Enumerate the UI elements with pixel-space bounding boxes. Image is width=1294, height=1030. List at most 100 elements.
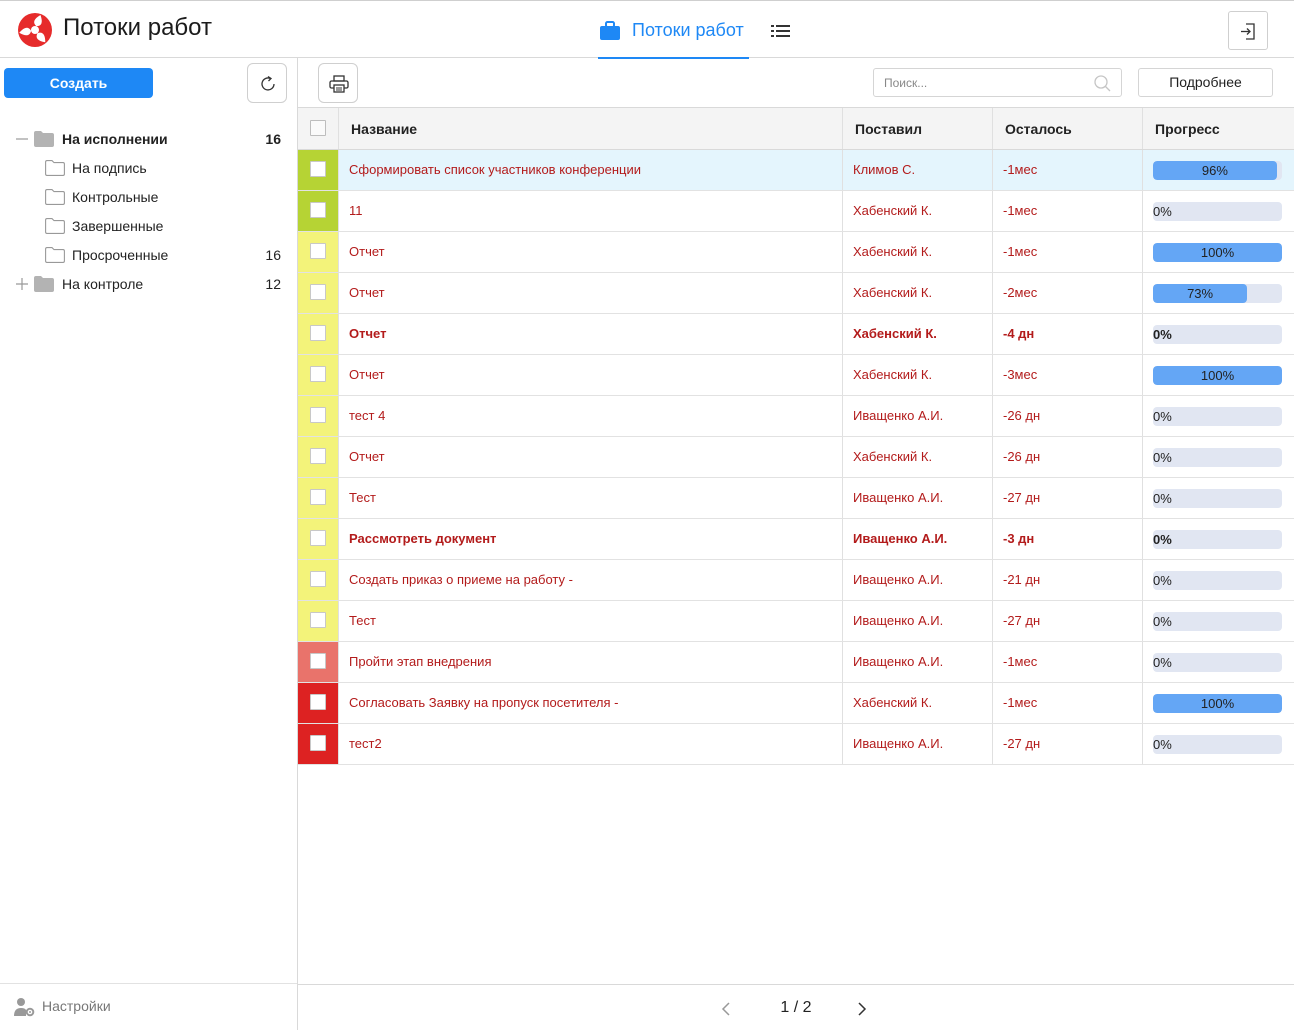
status-cell [298,560,339,600]
task-assigner: Хабенский К. [843,437,993,477]
row-checkbox[interactable] [310,571,326,587]
table-row[interactable]: Тест Иващенко А.И. -27 дн 0% [298,478,1294,519]
row-checkbox[interactable] [310,448,326,464]
progress-bar: 73% [1153,284,1282,303]
progress-bar: 0% [1153,612,1282,631]
task-remaining: -1мес [993,191,1143,231]
search-box[interactable] [873,68,1122,97]
list-icon[interactable] [770,23,792,39]
table-row[interactable]: 11 Хабенский К. -1мес 0% [298,191,1294,232]
tab-workflows[interactable]: Потоки работ [598,1,749,59]
row-checkbox[interactable] [310,366,326,382]
table-row[interactable]: тест2 Иващенко А.И. -27 дн 0% [298,724,1294,765]
table-row[interactable]: Тест Иващенко А.И. -27 дн 0% [298,601,1294,642]
collapse-icon[interactable] [15,132,29,146]
task-name[interactable]: Создать приказ о приеме на работу - [339,560,843,600]
task-assigner: Иващенко А.И. [843,601,993,641]
table-row[interactable]: Сформировать список участников конференц… [298,150,1294,191]
progress-bar: 0% [1153,448,1282,467]
print-button[interactable] [318,63,358,103]
row-checkbox[interactable] [310,694,326,710]
status-cell [298,396,339,436]
column-header-assigner[interactable]: Поставил [843,108,993,149]
row-checkbox[interactable] [310,325,326,341]
logout-button[interactable] [1228,11,1268,50]
progress-cell: 100% [1143,232,1294,272]
row-checkbox[interactable] [310,243,326,259]
task-name[interactable]: Рассмотреть документ [339,519,843,559]
task-remaining: -1мес [993,642,1143,682]
table-row[interactable]: Пройти этап внедрения Иващенко А.И. -1мес 0… [298,642,1294,683]
row-checkbox[interactable] [310,161,326,177]
task-name[interactable]: Отчет [339,232,843,272]
progress-bar: 0% [1153,653,1282,672]
app-logo [18,13,52,47]
tree-item-on-control[interactable]: На контроле 12 [0,271,297,299]
progress-text: 0% [1153,737,1172,752]
task-name[interactable]: Тест [339,601,843,641]
row-checkbox[interactable] [310,284,326,300]
task-remaining: -4 дн [993,314,1143,354]
create-button[interactable]: Создать [4,68,153,98]
search-icon[interactable] [1094,75,1111,92]
table-row[interactable]: Отчет Хабенский К. -2мес 73% [298,273,1294,314]
row-checkbox[interactable] [310,407,326,423]
user-settings-icon [14,998,35,1017]
task-name[interactable]: Отчет [339,273,843,313]
table-row[interactable]: Отчет Хабенский К. -3мес 100% [298,355,1294,396]
progress-text: 0% [1153,491,1172,506]
row-checkbox[interactable] [310,202,326,218]
details-button[interactable]: Подробнее [1138,68,1273,97]
table-row[interactable]: Отчет Хабенский К. -4 дн 0% [298,314,1294,355]
task-name[interactable]: Согласовать Заявку на пропуск посетителя… [339,683,843,723]
task-assigner: Хабенский К. [843,232,993,272]
table-row[interactable]: тест 4 Иващенко А.И. -26 дн 0% [298,396,1294,437]
row-checkbox[interactable] [310,653,326,669]
task-name[interactable]: 11 [339,191,843,231]
status-cell [298,478,339,518]
chevron-right-icon[interactable] [856,1001,868,1017]
task-name[interactable]: Пройти этап внедрения [339,642,843,682]
table-row[interactable]: Создать приказ о приеме на работу - Иваще… [298,560,1294,601]
task-name[interactable]: Тест [339,478,843,518]
task-name[interactable]: Отчет [339,314,843,354]
progress-text: 0% [1153,614,1172,629]
tree-item-control[interactable]: Контрольные [0,184,297,212]
app-title: Потоки работ [63,14,212,41]
tree-item-overdue[interactable]: Просроченные 16 [0,242,297,270]
tree-label: На исполнении [62,131,168,147]
logout-icon [1241,23,1255,40]
task-name[interactable]: Сформировать список участников конференц… [339,150,843,190]
row-checkbox[interactable] [310,612,326,628]
table-row[interactable]: Отчет Хабенский К. -1мес 100% [298,232,1294,273]
table-row[interactable]: Отчет Хабенский К. -26 дн 0% [298,437,1294,478]
row-checkbox[interactable] [310,489,326,505]
column-header-progress[interactable]: Прогресс [1143,108,1294,149]
task-name[interactable]: тест2 [339,724,843,764]
expand-icon[interactable] [15,277,29,291]
tree-label: Завершенные [72,218,164,234]
table-row[interactable]: Рассмотреть документ Иващенко А.И. -3 дн 0% [298,519,1294,560]
progress-cell: 0% [1143,437,1294,477]
divider [0,983,297,984]
row-checkbox[interactable] [310,735,326,751]
tree-item-for-signature[interactable]: На подпись [0,155,297,183]
column-header-name[interactable]: Название [339,108,843,149]
tree-item-in-progress[interactable]: На исполнении 16 [0,126,297,154]
task-name[interactable]: Отчет [339,355,843,395]
status-cell [298,642,339,682]
column-header-remaining[interactable]: Осталось [993,108,1143,149]
tree-item-completed[interactable]: Завершенные [0,213,297,241]
select-all-checkbox[interactable] [310,120,326,136]
chevron-left-icon[interactable] [720,1001,732,1017]
search-input[interactable] [874,69,1089,96]
refresh-button[interactable] [247,63,287,103]
table-header: Название Поставил Осталось Прогресс [298,108,1294,150]
progress-text: 0% [1153,327,1172,342]
progress-text: 96% [1201,163,1228,178]
task-name[interactable]: Отчет [339,437,843,477]
progress-bar: 0% [1153,407,1282,426]
task-name[interactable]: тест 4 [339,396,843,436]
table-row[interactable]: Согласовать Заявку на пропуск посетителя… [298,683,1294,724]
row-checkbox[interactable] [310,530,326,546]
